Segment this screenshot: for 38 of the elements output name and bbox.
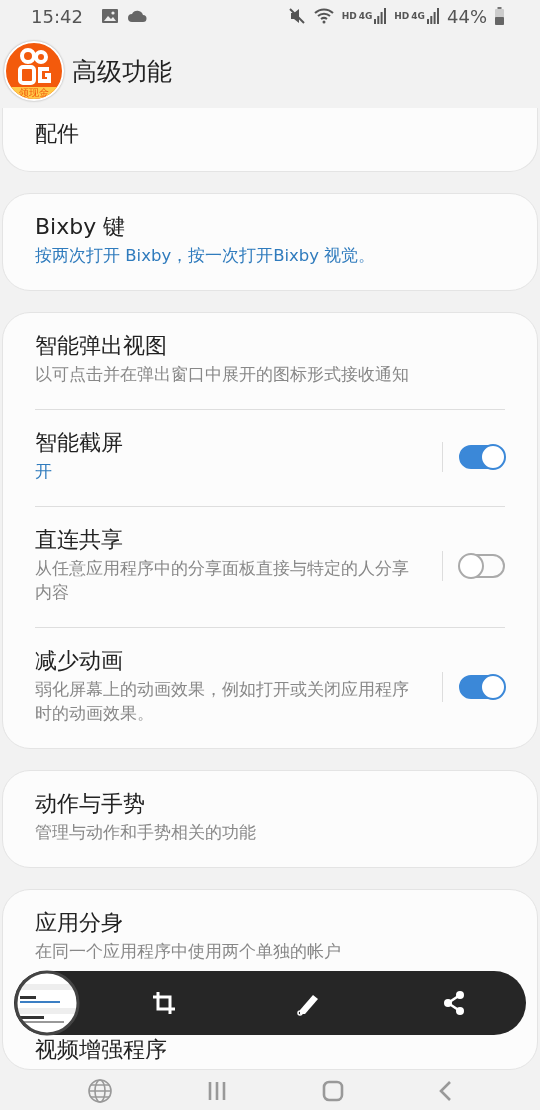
wifi-icon — [313, 8, 334, 24]
signal-icon — [374, 8, 387, 24]
setting-title[interactable]: 智能弹出视图 — [35, 333, 505, 359]
globe-icon[interactable] — [86, 1078, 113, 1104]
crop-icon — [151, 990, 178, 1016]
setting-description: 在同一个应用程序中使用两个单独的帐户 — [35, 941, 342, 963]
toggle-switch[interactable] — [459, 445, 505, 469]
setting-title[interactable]: 动作与手势 — [35, 791, 505, 817]
setting-title[interactable]: 配件 — [35, 121, 505, 147]
status-time: 15:42 — [31, 5, 83, 27]
toggle-switch[interactable] — [459, 554, 505, 578]
setting-description: 按两次打开 Bixby，按一次打开Bixby 视觉。 — [35, 245, 377, 267]
setting-description: 从任意应用程序中的分享面板直接与特定的人分享内容 — [35, 558, 410, 604]
setting-description: 以可点击并在弹出窗口中展开的图标形式接收通知 — [35, 364, 410, 386]
network-label: 4G — [411, 11, 425, 21]
setting-title[interactable]: 应用分身 — [35, 910, 505, 936]
setting-description: 弱化屏幕上的动画效果，例如打开或关闭应用程序时的动画效果。 — [35, 679, 410, 725]
battery-percent: 44% — [447, 5, 487, 27]
image-icon — [100, 8, 119, 24]
setting-title[interactable]: Bixby 键 — [35, 214, 505, 240]
setting-title[interactable]: 智能截屏 — [35, 430, 422, 456]
toggle-switch[interactable] — [459, 675, 505, 699]
page-title: 高级功能 — [72, 55, 172, 88]
battery-icon — [495, 7, 504, 25]
setting-description: 管理与动作和手势相关的功能 — [35, 822, 257, 844]
setting-title[interactable]: 视频增强程序 — [35, 1037, 505, 1063]
network-label: HD — [394, 11, 410, 21]
network-label: 4G — [358, 11, 373, 21]
back-icon[interactable] — [437, 1080, 454, 1102]
share-icon — [441, 990, 466, 1016]
network-label: HD — [341, 11, 357, 21]
setting-title[interactable]: 直连共享 — [35, 527, 422, 553]
setting-description: 开 — [35, 461, 53, 483]
cloud-icon — [126, 9, 147, 23]
home-icon[interactable] — [321, 1080, 344, 1102]
setting-title[interactable]: 减少动画 — [35, 648, 422, 674]
signal-icon — [427, 8, 439, 24]
mute-icon — [287, 7, 306, 25]
